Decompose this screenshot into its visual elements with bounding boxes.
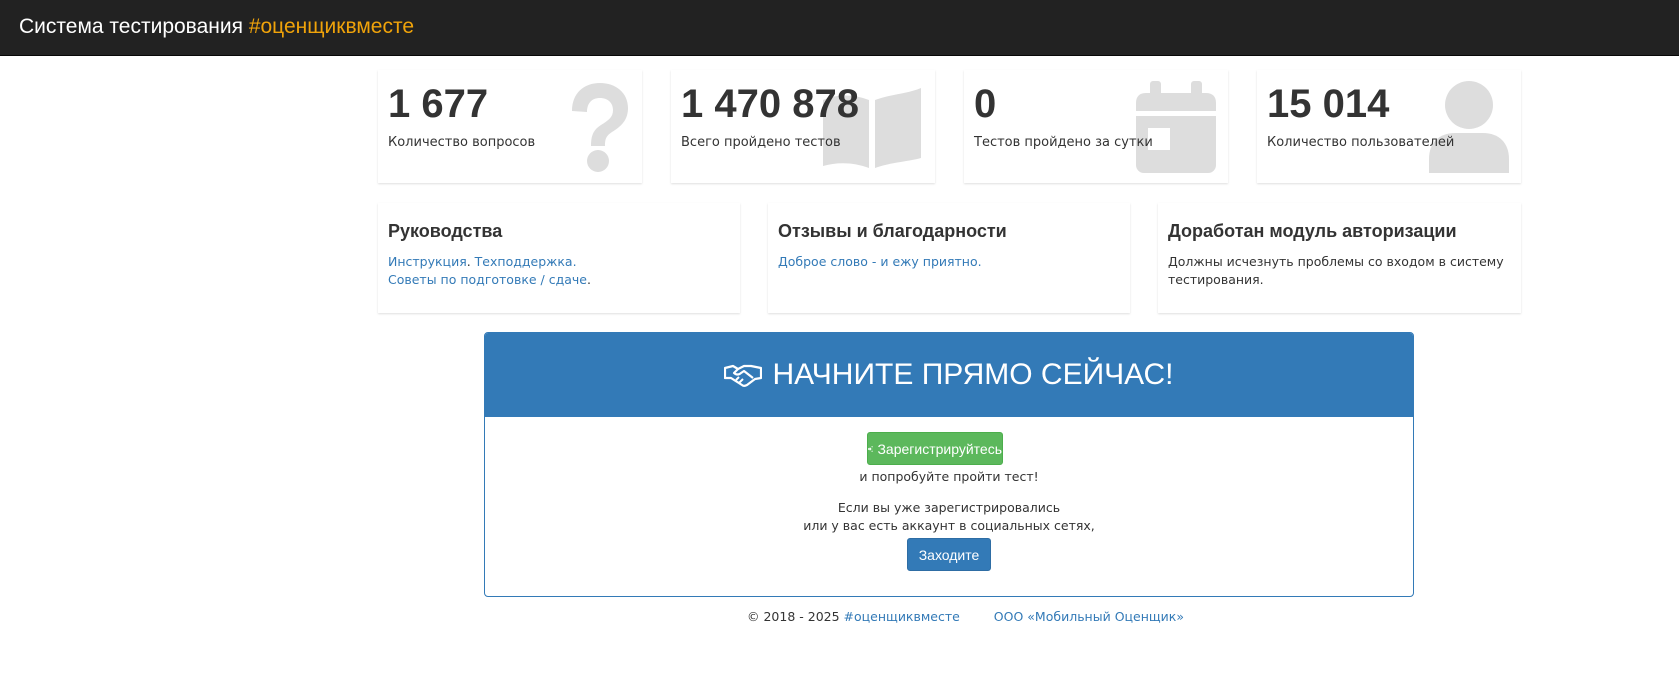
handshake-icon xyxy=(724,364,763,387)
stat-label: Количество пользователей xyxy=(1267,135,1455,150)
brand-title: Система тестирования xyxy=(19,15,243,38)
stat-value: 0 xyxy=(974,82,997,126)
stat-label: Количество вопросов xyxy=(388,135,536,150)
navbar: Система тестирования #оценщиквместе xyxy=(0,0,1679,56)
period: . xyxy=(466,254,475,269)
try-text: и попробуйте пройти тест! xyxy=(859,469,1039,484)
question-icon xyxy=(572,83,628,172)
stat-value: 15 014 xyxy=(1267,82,1390,126)
info-title: Доработан модуль авторизации xyxy=(1168,221,1457,241)
info-guides: Руководства Инструкция. Техподдержка. Со… xyxy=(378,203,740,313)
cta-panel: НАЧНИТЕ ПРЯМО СЕЙЧАС! Зарегистрируйтесь … xyxy=(484,332,1414,597)
info-title: Отзывы и благодарности xyxy=(778,221,1007,241)
cta-header: НАЧНИТЕ ПРЯМО СЕЙЧАС! xyxy=(485,333,1413,417)
info-reviews: Отзывы и благодарности Доброе слово - и … xyxy=(768,203,1130,313)
stat-value: 1 677 xyxy=(388,82,489,126)
instruction-link[interactable]: Инструкция xyxy=(388,254,467,269)
stat-label: Всего пройдено тестов xyxy=(681,135,841,150)
cta-title: НАЧНИТЕ ПРЯМО СЕЙЧАС! xyxy=(772,358,1174,391)
tips-link[interactable]: Советы по подготовке / сдаче xyxy=(388,272,587,287)
period: . xyxy=(586,272,591,287)
login-label: Заходите xyxy=(918,546,980,563)
reviews-link[interactable]: Доброе слово - и ежу приятно. xyxy=(778,254,982,269)
footer-company-link[interactable]: ООО «Мобильный Оценщик» xyxy=(994,609,1184,624)
footer: © 2018 - 2025 #оценщиквместе ООО «Мобиль… xyxy=(747,609,1184,624)
info-title: Руководства xyxy=(388,221,503,241)
stat-value: 1 470 878 xyxy=(681,82,859,126)
user-icon xyxy=(1429,81,1509,173)
stat-questions: 1 677 Количество вопросов xyxy=(378,70,642,183)
register-label: Зарегистрируйтесь xyxy=(877,440,1002,457)
calendar-icon xyxy=(1136,81,1216,173)
footer-hashtag-link[interactable]: #оценщиквместе xyxy=(844,609,960,624)
already-text-2: или у вас есть аккаунт в социальных сетя… xyxy=(803,518,1095,533)
footer-copyright: © 2018 - 2025 xyxy=(747,609,840,624)
already-text-1: Если вы уже зарегистрировались xyxy=(837,500,1061,515)
sign-in-icon xyxy=(868,445,874,452)
brand-hashtag: #оценщиквместе xyxy=(248,15,415,38)
login-button[interactable]: Заходите xyxy=(907,538,991,571)
support-link[interactable]: Техподдержка. xyxy=(475,254,577,269)
info-auth: Доработан модуль авторизации Должны исче… xyxy=(1158,203,1521,313)
stat-users: 15 014 Количество пользователей xyxy=(1257,70,1521,183)
brand-link[interactable]: Система тестирования #оценщиквместе xyxy=(19,15,414,39)
register-button[interactable]: Зарегистрируйтесь xyxy=(867,432,1003,465)
stat-total-tests: 1 470 878 Всего пройдено тестов xyxy=(671,70,935,183)
info-text: Должны исчезнуть проблемы со входом в си… xyxy=(1168,254,1504,287)
stat-label: Тестов пройдено за сутки xyxy=(974,135,1153,150)
stat-tests-per-day: 0 Тестов пройдено за сутки xyxy=(964,70,1228,183)
